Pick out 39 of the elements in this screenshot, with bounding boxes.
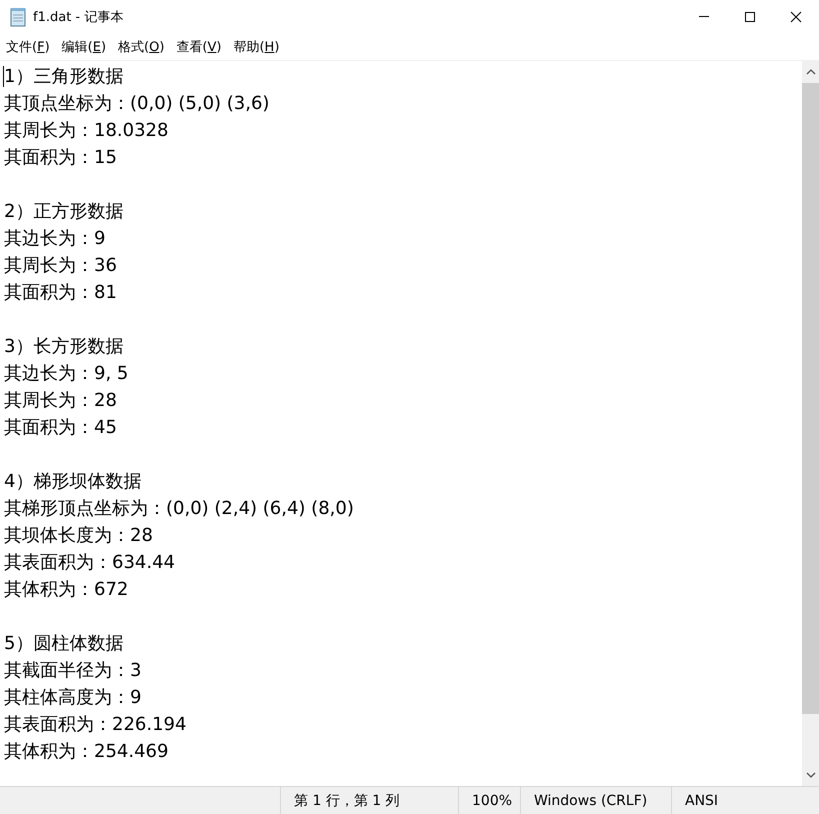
text-line: 3）长方形数据 [4, 335, 124, 359]
text-line: 1）三角形数据 [4, 65, 124, 89]
notepad-icon [9, 6, 27, 26]
scroll-up-icon[interactable] [806, 69, 816, 75]
menu-item[interactable]: 帮助(H) [233, 36, 280, 58]
menu-item[interactable]: 查看(V) [176, 36, 222, 58]
text-line: 其周长为：18.0328 [4, 119, 170, 143]
text-line: 其柱体高度为：9 [4, 686, 142, 710]
text-line: 5）圆柱体数据 [4, 632, 124, 656]
text-line: 其面积为：45 [4, 416, 118, 440]
cursor-position: 第 1 行，第 1 列 [280, 787, 458, 814]
text-line: 其表面积为：226.194 [4, 713, 188, 737]
scroll-down-icon[interactable] [806, 772, 816, 778]
close-icon [790, 10, 802, 22]
text-line: 2）正方形数据 [4, 200, 124, 224]
text-line: 其边长为：9 [4, 227, 106, 251]
menu-item[interactable]: 文件(F) [6, 36, 50, 58]
text-line: 其梯形顶点坐标为：(0,0) (2,4) (6,4) (8,0) [4, 497, 355, 521]
text-line: 其表面积为：634.44 [4, 551, 176, 575]
menu-item[interactable]: 格式(O) [118, 36, 164, 58]
text-line: 其顶点坐标为：(0,0) (5,0) (3,6) [4, 92, 270, 116]
maximize-icon [744, 10, 756, 22]
line-ending: Windows (CRLF) [520, 787, 671, 814]
window-title: f1.dat - 记事本 [33, 8, 124, 26]
menu-item[interactable]: 编辑(E) [62, 36, 106, 58]
text-line: 其面积为：15 [4, 146, 118, 170]
text-cursor [3, 66, 4, 87]
minimize-icon [699, 16, 709, 17]
text-line: 其边长为：9, 5 [4, 362, 130, 386]
encoding: ANSI [671, 787, 805, 814]
text-line: 其体积为：254.469 [4, 740, 170, 764]
text-line: 其面积为：81 [4, 281, 118, 305]
text-line: 4）梯形坝体数据 [4, 470, 142, 494]
text-line: 其坝体长度为：28 [4, 524, 154, 548]
zoom-level: 100% [458, 787, 520, 814]
text-line: 其体积为：672 [4, 578, 130, 602]
text-line: 其周长为：28 [4, 389, 118, 413]
text-line: 其周长为：36 [4, 254, 118, 278]
text-line: 其截面半径为：3 [4, 659, 142, 683]
